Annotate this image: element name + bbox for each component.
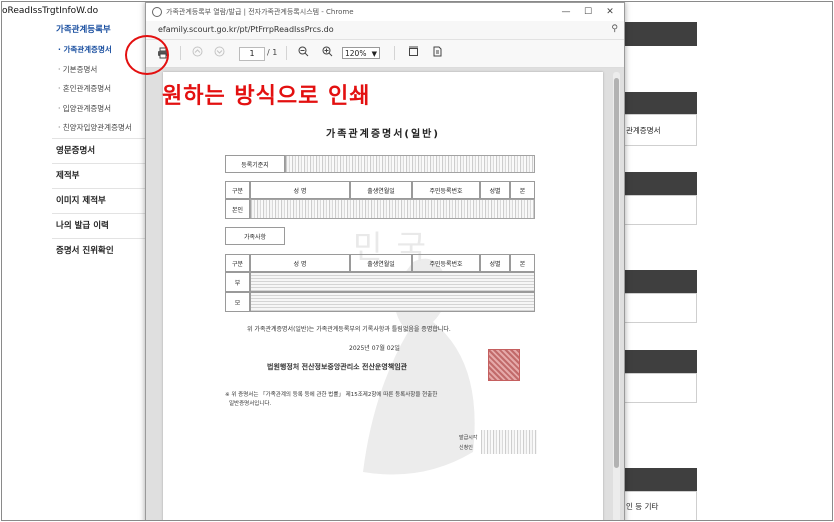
background-right-column: 관계증명서 인 등 기타 xyxy=(617,2,697,520)
right-label-other: 인 등 기타 xyxy=(626,502,659,511)
sidebar-item-adoption-cert[interactable]: · 입양관계증명서 xyxy=(52,99,152,119)
dark-band xyxy=(617,22,697,46)
annotation-circle xyxy=(125,35,169,75)
popup-title: 가족관계등록부 열람/발급 | 전자가족관계등록시스템 - Chrome xyxy=(166,8,354,16)
page-total: / 1 xyxy=(267,48,278,57)
zoom-in-icon xyxy=(322,46,332,57)
address-url[interactable]: efamily.scourt.go.kr/pt/PtFrrpReadIssPrc… xyxy=(158,25,334,34)
screen-frame: oReadIssTrgtInfoW.do 가족관계등록부 · 가족관계증명서 ·… xyxy=(1,1,833,521)
base-address-label: 등록기준지 xyxy=(225,155,285,173)
zoom-out-button[interactable] xyxy=(296,46,310,60)
fit-page-icon xyxy=(408,46,418,56)
family-header-col-name: 성 명 xyxy=(250,254,350,272)
family-row-mother-label: 모 xyxy=(225,292,250,312)
applicant-label: 신청인 xyxy=(459,445,473,451)
toolbar-separator xyxy=(286,46,287,60)
official-seal xyxy=(488,349,520,381)
zoom-value: 120% xyxy=(345,49,367,58)
pdf-page: 민국 가족관계증명서(일반) 등록기준지 구분 성 명 출생연월일 주민등록번호… xyxy=(163,72,603,520)
content-box[interactable] xyxy=(617,195,697,225)
fit-page-button[interactable] xyxy=(406,46,420,60)
issue-info-redacted xyxy=(481,430,537,454)
family-header-col-resident-number: 주민등록번호 xyxy=(412,254,480,272)
self-row-redacted xyxy=(250,199,535,219)
right-label-relations: 관계증명서 xyxy=(626,126,661,135)
family-header-col-gender: 성별 xyxy=(480,254,510,272)
zoom-select[interactable]: 120% ▼ xyxy=(342,47,380,59)
pdf-viewer[interactable]: 민국 가족관계증명서(일반) 등록기준지 구분 성 명 출생연월일 주민등록번호… xyxy=(146,68,624,520)
background-url-fragment: oReadIssTrgtInfoW.do xyxy=(2,6,99,16)
dark-band xyxy=(617,350,697,374)
document-icon xyxy=(433,46,441,57)
sidebar-section-cert-verify[interactable]: 증명서 진위확인 xyxy=(52,237,152,263)
toolbar-separator xyxy=(394,46,395,60)
sidebar-heading[interactable]: 가족관계등록부 xyxy=(52,22,152,38)
content-box[interactable] xyxy=(617,373,697,403)
content-box[interactable]: 인 등 기타 xyxy=(617,491,697,520)
toolbar-separator xyxy=(180,46,181,60)
dark-band xyxy=(617,92,697,116)
next-page-button[interactable] xyxy=(212,46,226,60)
scrollbar-thumb[interactable] xyxy=(614,78,619,468)
base-address-value-redacted xyxy=(285,155,535,173)
content-box[interactable] xyxy=(617,293,697,323)
globe-icon xyxy=(152,7,162,17)
sidebar-section-issue-history[interactable]: 나의 발급 이력 xyxy=(52,212,152,238)
issue-time-label: 발급시각 xyxy=(459,435,478,441)
dark-band xyxy=(617,172,697,196)
self-row-label: 본인 xyxy=(225,199,250,219)
family-row-father-label: 부 xyxy=(225,272,250,292)
note-line-1: ※ 위 증명서는 「가족관계의 등록 등에 관한 법률」 제15조제2항에 따른… xyxy=(225,392,438,398)
header-col-origin: 본 xyxy=(510,181,535,199)
zoom-out-icon xyxy=(298,46,308,57)
prev-page-button[interactable] xyxy=(190,46,204,60)
chevron-down-icon: ▼ xyxy=(371,50,377,58)
content-box[interactable]: 관계증명서 xyxy=(617,114,697,146)
scrollbar[interactable] xyxy=(613,72,620,520)
sidebar-section-image-register[interactable]: 이미지 제적부 xyxy=(52,187,152,213)
family-header-col-origin: 본 xyxy=(510,254,535,272)
arrow-up-circle-icon xyxy=(192,46,202,57)
family-section-label: 가족사항 xyxy=(225,227,285,245)
close-button[interactable]: ✕ xyxy=(600,5,620,19)
header-col-gender: 성별 xyxy=(480,181,510,199)
sidebar-section-removed-register[interactable]: 제적부 xyxy=(52,162,152,188)
sidebar-item-full-adoption-cert[interactable]: · 친양자입양관계증명서 xyxy=(52,118,152,138)
header-col-resident-number: 주민등록번호 xyxy=(412,181,480,199)
dark-band xyxy=(617,270,697,294)
address-bar: efamily.scourt.go.kr/pt/PtFrrpReadIssPrc… xyxy=(146,21,624,40)
minimize-button[interactable]: — xyxy=(556,5,576,19)
dark-band xyxy=(617,468,697,492)
note-line-2: 일반증명서입니다. xyxy=(229,401,272,407)
arrow-down-circle-icon xyxy=(214,46,224,57)
issue-date: 2025년 07월 02일 xyxy=(349,345,400,352)
key-icon[interactable]: ⚲ xyxy=(611,24,618,34)
download-button[interactable] xyxy=(430,46,444,60)
family-header-col-category: 구분 xyxy=(225,254,250,272)
family-row-mother-redacted xyxy=(250,292,535,312)
header-col-name: 성 명 xyxy=(250,181,350,199)
document-title: 가족관계증명서(일반) xyxy=(326,129,440,140)
popup-titlebar[interactable]: 가족관계등록부 열람/발급 | 전자가족관계등록시스템 - Chrome — ☐… xyxy=(146,3,624,22)
header-col-category: 구분 xyxy=(225,181,250,199)
family-header-col-birthdate: 출생연월일 xyxy=(350,254,412,272)
family-row-father-redacted xyxy=(250,272,535,292)
header-col-birthdate: 출생연월일 xyxy=(350,181,412,199)
pdf-toolbar: 1 / 1 120% ▼ xyxy=(146,40,624,68)
maximize-button[interactable]: ☐ xyxy=(578,5,598,19)
zoom-in-button[interactable] xyxy=(320,46,334,60)
sidebar-item-marriage-cert[interactable]: · 혼인관계증명서 xyxy=(52,79,152,99)
certification-statement: 위 가족관계증명서(일반)는 가족관계등록부의 기록사항과 틀림없음을 증명합니… xyxy=(247,326,451,333)
page-number-input[interactable]: 1 xyxy=(239,47,265,61)
annotation-text: 원하는 방식으로 인쇄 xyxy=(162,84,371,109)
issuing-authority: 법원행정처 전산정보중앙관리소 전산운영책임관 xyxy=(267,363,408,371)
sidebar-section-english-cert[interactable]: 영문증명서 xyxy=(52,137,152,163)
